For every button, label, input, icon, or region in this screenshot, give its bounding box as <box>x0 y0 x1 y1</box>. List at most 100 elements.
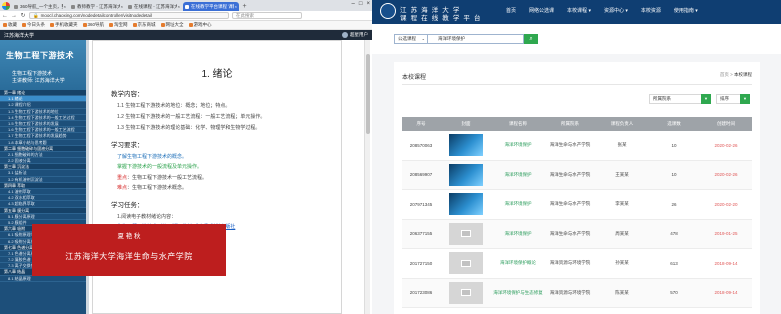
minimize-icon[interactable]: – <box>352 1 355 7</box>
bookmarks-bar: 收藏 今日头条 手机收藏夹 360导航 淘宝网 京东商城 网址大全 游戏中心 <box>0 21 372 30</box>
course-name-link[interactable]: 海洋环境保护概论 <box>492 260 544 266</box>
course-name-link[interactable]: 海洋环境保护 <box>492 172 544 178</box>
university-logo-icon[interactable] <box>380 3 396 19</box>
search-button[interactable]: ⌕ <box>524 34 538 44</box>
table-row[interactable]: 201723086 海洋环境保护与生态修复 海洋资源与环境学院 陈某某 570 2018-… <box>402 278 752 308</box>
course-cover[interactable] <box>440 222 492 245</box>
tab-4-active[interactable]: 在线教学平台课程 课程平台× <box>183 2 239 11</box>
cover-image[interactable] <box>449 163 483 186</box>
col-cover: 封面 <box>461 121 471 126</box>
course-name-link[interactable]: 海洋环境保护与生态修复 <box>492 290 544 296</box>
image-placeholder-icon[interactable] <box>449 281 483 304</box>
content-heading: 教学内容： <box>111 91 144 98</box>
sort-select[interactable]: 排序 ▼ <box>716 94 750 104</box>
table-row[interactable]: 207971345 海洋环境保护 海洋生命与水产学院 李某某 26 2020-02-20 <box>402 190 752 220</box>
table-row[interactable]: 201727150 海洋环境保护概论 海洋资源与环境学院 孙某某 613 2018-09-… <box>402 249 752 279</box>
bookmark-item[interactable]: 游戏中心 <box>188 22 212 28</box>
forward-button[interactable]: → <box>11 13 17 19</box>
nav-resource-center[interactable]: 资源中心 ▾ <box>604 7 628 14</box>
chevron-down-icon: ▼ <box>740 94 750 104</box>
bookmark-icon <box>50 23 54 27</box>
scrollbar-thumb[interactable] <box>366 54 370 134</box>
school-name: 江苏海洋大学 <box>4 32 35 39</box>
task-item: 1.阅读电子教材绪论内容： <box>117 213 177 220</box>
enroll-count: 10 <box>671 142 677 148</box>
table-row[interactable]: 206377155 海洋环境保护 海洋生命与水产学院 周某某 478 2019-01-25 <box>402 219 752 249</box>
scrollbar[interactable] <box>364 40 370 314</box>
chevron-down-icon: ⌄ <box>421 36 425 41</box>
nav-guide[interactable]: 使用指南 ▾ <box>674 7 698 14</box>
divider <box>402 84 752 85</box>
department-filter[interactable]: 所属院系 ▼ <box>649 94 711 104</box>
reload-button[interactable]: ↻ <box>20 12 26 19</box>
table-row[interactable]: 208570063 海洋环境保护 海洋生命与水产学院 张某 10 2020-02-26 <box>402 131 752 161</box>
maximize-icon[interactable]: □ <box>359 1 363 7</box>
url-input[interactable]: 🔒 moocl.chaoxing.com/nodedetailcontroller… <box>29 12 229 19</box>
task-heading: 学习任务： <box>111 202 144 209</box>
browser-logo-icon[interactable] <box>0 0 12 11</box>
bookmark-item[interactable]: 淘宝网 <box>109 22 128 28</box>
search-category-select[interactable]: 公选课程 ⌄ <box>394 34 428 44</box>
course-cover[interactable] <box>440 134 492 157</box>
col-count: 选课数 <box>667 121 681 126</box>
course-cover[interactable] <box>440 163 492 186</box>
address-bar-row: ← → ↻ 🔒 moocl.chaoxing.com/nodedetailcont… <box>0 11 372 21</box>
nav-school-courses[interactable]: 本校课程 ▾ <box>567 7 591 14</box>
bookmark-item[interactable]: 360导航 <box>82 22 104 28</box>
brand-subtitle: 课 程 在 线 教 学 平 台 <box>400 14 482 22</box>
course-cover[interactable] <box>440 252 492 275</box>
created-date: 2020-02-26 <box>714 142 738 148</box>
bookmark-item[interactable]: 收藏 <box>3 22 17 28</box>
page-title: 1. 绪论 <box>201 69 233 80</box>
course-name-link[interactable]: 海洋环境保护 <box>492 142 544 148</box>
back-button[interactable]: ← <box>2 13 8 19</box>
content-item: 1.1 生物工程下游技术的地位：概念；地位；特点。 <box>117 103 231 109</box>
created-date: 2018-09-14 <box>714 290 738 296</box>
col-id: 序号 <box>416 121 426 126</box>
nav-home[interactable]: 首页 <box>506 7 516 14</box>
cover-image[interactable] <box>449 193 483 216</box>
course-name-link[interactable]: 海洋环境保护 <box>492 201 544 207</box>
course-cover[interactable] <box>440 193 492 216</box>
sidebar-item[interactable]: 8.1 结晶原理 <box>0 276 86 282</box>
tab-3[interactable]: 在线课程 - 江苏海洋大学× <box>126 2 182 11</box>
breadcrumb-home[interactable]: 首页 > <box>720 72 733 77</box>
search-input[interactable]: 海洋环境保护 <box>428 34 524 44</box>
table-row[interactable]: 208569907 海洋环境保护 海洋生命与水产学院 王某某 10 2020-02-26 <box>402 160 752 190</box>
tab-2[interactable]: 教师教学 - 江苏海洋大学× <box>69 2 125 11</box>
close-icon[interactable]: × <box>235 4 237 9</box>
lecture-video[interactable]: 夏 艳 秋 江苏海洋大学海洋生命与水产学院 <box>32 224 226 276</box>
course-name-link[interactable]: 海洋环境保护 <box>492 231 544 237</box>
course-owner: 孙某某 <box>615 260 629 266</box>
close-icon[interactable]: × <box>121 4 123 9</box>
requirement-item: 难点：生物工程下游技术概念。 <box>117 185 188 191</box>
bookmark-item[interactable]: 京东商城 <box>132 22 156 28</box>
image-placeholder-icon[interactable] <box>449 252 483 275</box>
nav-public-courses[interactable]: 网络公选课 <box>529 7 554 14</box>
tab-1[interactable]: 360导航_一个主页，整个世界× <box>12 2 68 11</box>
course-title: 生物工程下游技术 <box>6 51 74 60</box>
browser-search-input[interactable]: 在此搜索 <box>232 12 302 19</box>
course-cover[interactable] <box>440 281 492 304</box>
close-icon[interactable]: × <box>178 4 180 9</box>
col-dept: 所属院系 <box>561 121 579 126</box>
course-table: 序号 封面 课程名称 所属院系 课程负责人 选课数 创建时间 208570063… <box>402 117 752 308</box>
bookmark-item[interactable]: 网址大全 <box>160 22 184 28</box>
close-window-icon[interactable]: × <box>366 1 370 7</box>
chevron-down-icon: ▾ <box>695 8 698 14</box>
bookmark-item[interactable]: 今日头条 <box>22 22 45 28</box>
requirement-item: 掌握下游技术的一般流程及单元操作。 <box>117 164 203 170</box>
tab-bar: 360导航_一个主页，整个世界× 教师教学 - 江苏海洋大学× 在线课程 - 江… <box>0 0 372 11</box>
nav-school-resources[interactable]: 本校资源 <box>641 7 661 14</box>
course-id: 208569907 <box>409 172 433 178</box>
user-menu[interactable]: 超星用户 <box>342 32 368 38</box>
image-placeholder-icon[interactable] <box>449 222 483 245</box>
requirement-item: 重点：生物工程下游技术一般工艺流程。 <box>117 174 208 181</box>
new-tab-button[interactable]: + <box>240 2 249 11</box>
tab-favicon-icon <box>128 4 132 9</box>
window-controls: – □ × <box>352 1 370 7</box>
cover-image[interactable] <box>449 134 483 157</box>
bookmark-icon <box>22 23 26 27</box>
close-icon[interactable]: × <box>64 4 66 9</box>
bookmark-item[interactable]: 手机收藏夹 <box>50 22 78 28</box>
